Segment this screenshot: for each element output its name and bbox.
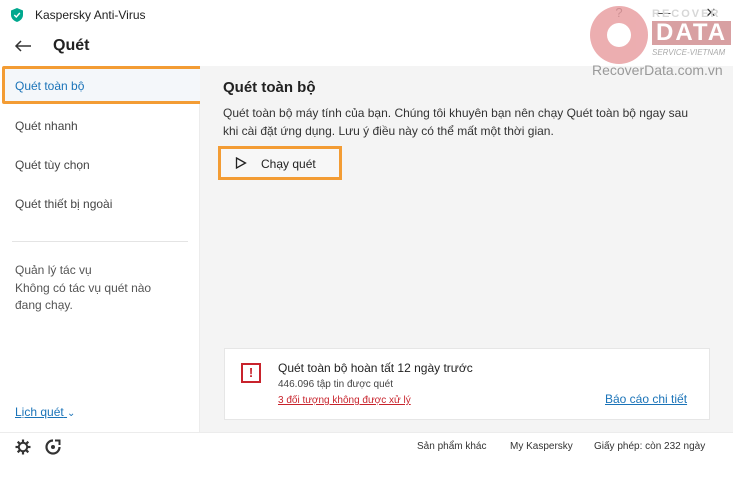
schedule-link-label: Lịch quét [15, 405, 64, 419]
files-scanned-count: 446.096 tập tin được quét [278, 379, 393, 390]
play-icon [235, 157, 247, 169]
last-scan-title: Quét toàn bộ hoàn tất 12 ngày trước [278, 361, 473, 375]
chevron-down-icon: ⌄ [67, 408, 76, 419]
run-scan-label: Chạy quét [261, 157, 316, 171]
watermark-domain-text: RecoverData.com.vn [592, 62, 723, 78]
main-panel: Quét toàn bộ Quét toàn bộ máy tính của b… [200, 66, 733, 432]
support-icon[interactable] [45, 439, 61, 455]
page-title: Quét [53, 37, 90, 54]
other-products-link[interactable]: Sản phẩm khác [417, 441, 487, 452]
kaspersky-shield-icon [11, 8, 23, 22]
sidebar-item-quick-scan[interactable]: Quét nhanh [15, 119, 78, 133]
sidebar-divider [12, 241, 188, 242]
task-manager-status-line1: Không có tác vụ quét nào [15, 281, 152, 295]
sidebar-item-custom-scan[interactable]: Quét tùy chọn [15, 158, 90, 172]
my-kaspersky-link[interactable]: My Kaspersky [510, 441, 573, 452]
task-manager-status-line2: đang chạy. [15, 298, 73, 312]
app-title: Kaspersky Anti-Virus [35, 8, 146, 22]
unprocessed-objects-link[interactable]: 3 đối tượng không được xử lý [278, 395, 411, 406]
watermark-data-text: DATA [652, 21, 732, 45]
sidebar-item-full-scan[interactable]: Quét toàn bộ [15, 79, 84, 93]
license-link[interactable]: Giấy phép: còn 232 ngày [594, 441, 705, 452]
warning-icon: ! [241, 363, 261, 383]
section-description: Quét toàn bộ máy tính của bạn. Chúng tôi… [223, 106, 688, 138]
last-scan-card: ! Quét toàn bộ hoàn tất 12 ngày trước 44… [224, 348, 710, 420]
task-manager-title[interactable]: Quản lý tác vụ [15, 262, 92, 279]
watermark-logo-icon [590, 6, 648, 64]
sidebar: Quét toàn bộ Quét nhanh Quét tùy chọn Qu… [0, 66, 213, 432]
sidebar-item-external-scan[interactable]: Quét thiết bị ngoài [15, 197, 112, 211]
back-arrow-icon[interactable] [13, 38, 33, 54]
section-title: Quét toàn bộ [223, 79, 316, 96]
run-scan-button[interactable]: Chạy quét [218, 146, 342, 180]
detailed-report-link[interactable]: Báo cáo chi tiết [605, 392, 687, 406]
footer: Sản phẩm khác My Kaspersky Giấy phép: cò… [0, 432, 733, 482]
schedule-link[interactable]: Lịch quét ⌄ [15, 405, 75, 419]
watermark-service-text: SERVICE-VIETNAM [652, 48, 726, 57]
gear-icon[interactable] [15, 439, 31, 455]
